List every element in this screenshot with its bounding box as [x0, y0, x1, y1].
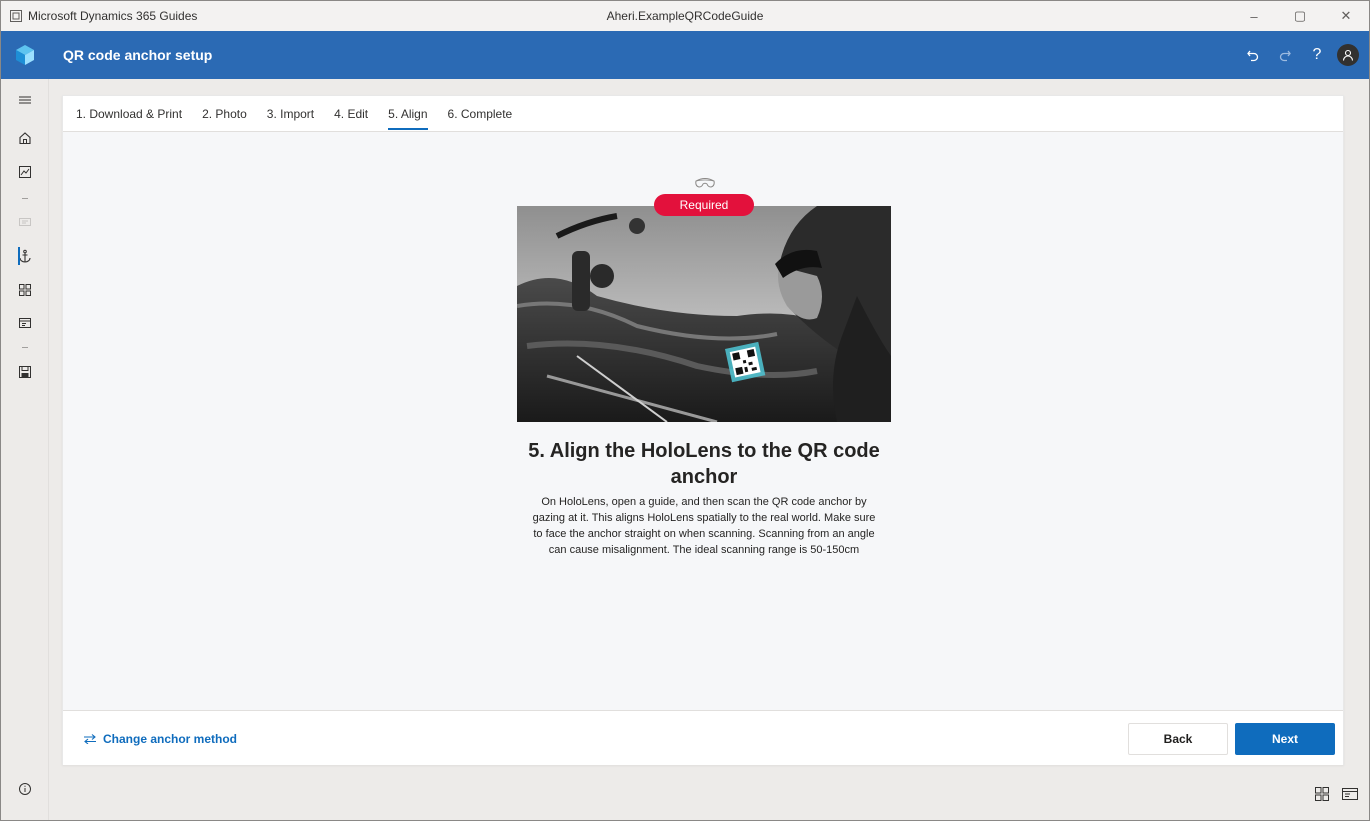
- help-button[interactable]: ?: [1301, 31, 1333, 79]
- hamburger-menu-button[interactable]: [1, 84, 49, 116]
- info-button[interactable]: [1, 777, 49, 801]
- next-button[interactable]: Next: [1235, 723, 1335, 755]
- steps-icon: [19, 218, 31, 226]
- step-content: Required 5. Align the HoloLens to the QR…: [63, 132, 1343, 710]
- page-title: QR code anchor setup: [63, 47, 213, 63]
- window-titlebar: Microsoft Dynamics 365 Guides Aheri.Exam…: [1, 1, 1369, 31]
- step-view-toggle-button[interactable]: [1339, 784, 1361, 804]
- person-icon: [1342, 49, 1354, 61]
- grid-icon: [1315, 787, 1329, 801]
- outline-icon: [19, 284, 31, 296]
- view-toggles: [1305, 784, 1361, 804]
- tab-import[interactable]: 3. Import: [267, 96, 314, 132]
- redo-button[interactable]: [1269, 31, 1301, 79]
- undo-icon: [1247, 50, 1259, 62]
- anchor-icon: [19, 249, 31, 263]
- tab-align[interactable]: 5. Align: [388, 96, 428, 132]
- info-icon: [19, 783, 31, 795]
- nav-anchor-button[interactable]: [1, 240, 49, 272]
- home-icon: [19, 132, 31, 145]
- wizard-card: 1. Download & Print 2. Photo 3. Import 4…: [62, 95, 1344, 765]
- tab-photo[interactable]: 2. Photo: [202, 96, 247, 132]
- swap-icon: [84, 734, 96, 744]
- tab-complete[interactable]: 6. Complete: [448, 96, 513, 132]
- card-view-icon: [1342, 788, 1358, 800]
- nav-steps-button[interactable]: [1, 206, 49, 238]
- left-nav-rail: [1, 79, 49, 820]
- save-icon: [19, 366, 31, 378]
- app-header: QR code anchor setup ?: [1, 31, 1369, 79]
- nav-save-button[interactable]: [1, 356, 49, 388]
- close-button[interactable]: ✕: [1323, 1, 1369, 31]
- app-window: Microsoft Dynamics 365 Guides Aheri.Exam…: [0, 0, 1370, 821]
- nav-step-view-button[interactable]: [1, 307, 49, 339]
- guides-logo-icon: [1, 31, 49, 79]
- redo-icon: [1279, 50, 1291, 62]
- minimize-button[interactable]: –: [1231, 1, 1277, 31]
- undo-button[interactable]: [1237, 31, 1269, 79]
- outline-view-button[interactable]: [1311, 784, 1333, 804]
- wizard-footer: Change anchor method Back Next: [63, 710, 1343, 765]
- tab-download-print[interactable]: 1. Download & Print: [76, 96, 182, 132]
- app-name: Microsoft Dynamics 365 Guides: [28, 9, 198, 23]
- change-anchor-method-label: Change anchor method: [103, 732, 238, 746]
- hololens-alignment-illustration: [517, 206, 891, 422]
- change-anchor-method-link[interactable]: Change anchor method: [83, 732, 237, 746]
- hololens-icon: [695, 178, 715, 188]
- app-window-icon: [8, 8, 24, 24]
- hamburger-icon: [19, 96, 31, 104]
- nav-home-button[interactable]: [1, 122, 49, 154]
- analytics-icon: [19, 166, 31, 178]
- document-name: Aheri.ExampleQRCodeGuide: [606, 9, 764, 23]
- wizard-tabs: 1. Download & Print 2. Photo 3. Import 4…: [63, 96, 1343, 132]
- restore-button[interactable]: ▢: [1277, 1, 1323, 31]
- nav-analytics-button[interactable]: [1, 156, 49, 188]
- back-button[interactable]: Back: [1128, 723, 1228, 755]
- step-heading: 5. Align the HoloLens to the QR code anc…: [528, 440, 880, 488]
- account-avatar[interactable]: [1337, 44, 1359, 66]
- step-view-icon: [19, 318, 31, 328]
- nav-outline-button[interactable]: [1, 274, 49, 306]
- tab-edit[interactable]: 4. Edit: [334, 96, 368, 132]
- step-description: On HoloLens, open a guide, and then scan…: [532, 496, 876, 556]
- required-badge: Required: [654, 194, 754, 216]
